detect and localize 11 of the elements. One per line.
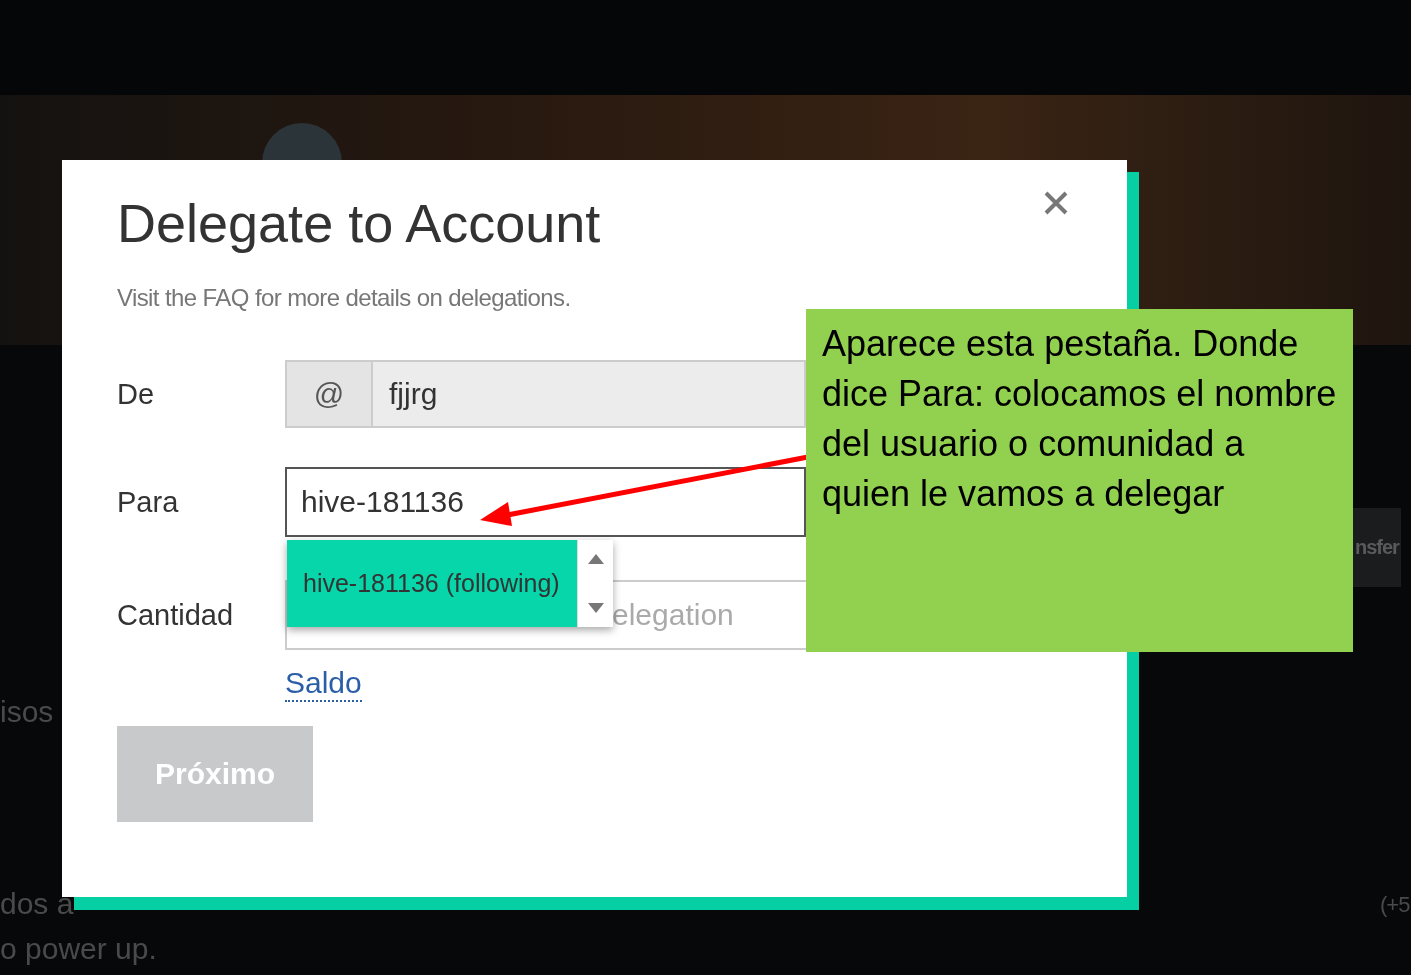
background-text: o power up.: [0, 932, 157, 966]
dialog-title: Delegate to Account: [117, 192, 601, 254]
dialog-subtitle: Visit the FAQ for more details on delegations.: [117, 284, 572, 312]
field-label: Cantidad: [117, 598, 235, 632]
background-text: dos a: [0, 887, 74, 921]
annotation-tooltip: Aparece esta pestaña. Donde dice Para: colocamos el nombre del usuario o comunidad a quien le vamos a delegar: [806, 309, 1353, 652]
background-text: isos: [0, 695, 54, 729]
field-label: Para: [117, 485, 180, 519]
field-label: De: [117, 377, 156, 411]
background-text: (+5: [1380, 892, 1410, 918]
at-sign-addon: @: [285, 360, 373, 428]
